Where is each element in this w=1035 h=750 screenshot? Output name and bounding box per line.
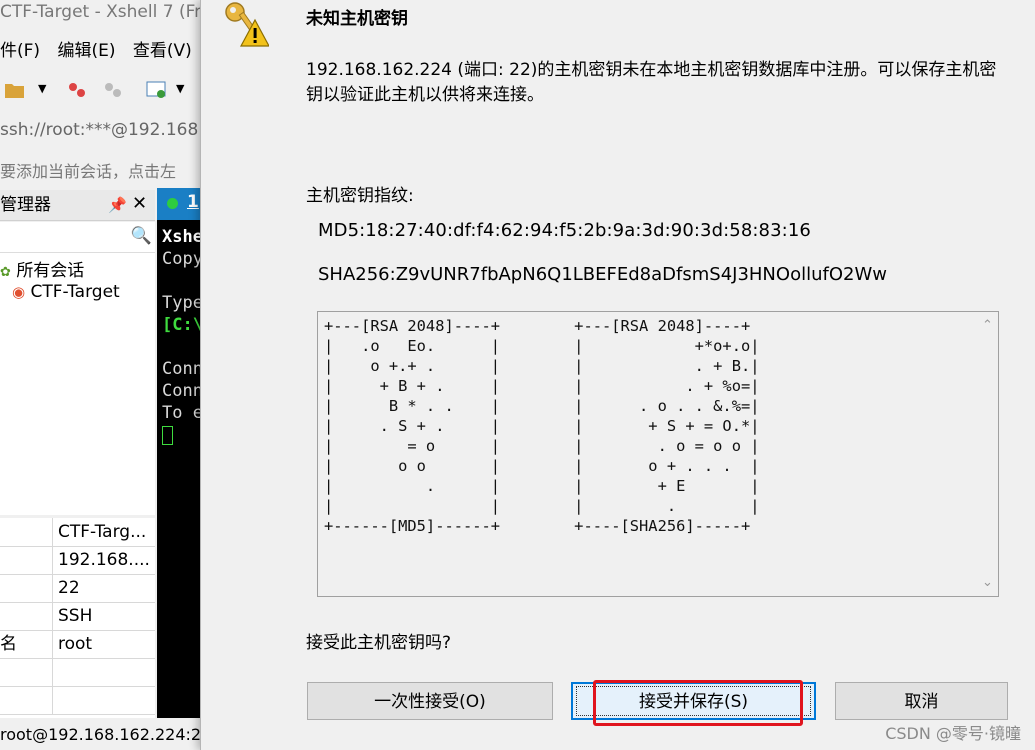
session-hint: 要添加当前会话，点击左 [0,162,177,181]
session-search-input[interactable]: 🔍 [0,222,155,253]
property-row: CTF-Targ... [0,518,155,547]
accept-and-save-label: 接受并保存(S) [576,686,811,716]
session-icon: ◉ [12,283,26,301]
search-icon[interactable]: 🔍 [131,226,152,246]
property-key [0,602,53,630]
tree-item-label: 所有会话 [16,261,85,281]
key-warning-icon [225,2,269,47]
menu-file[interactable]: 件(F) [0,41,40,61]
session-manager-header: 管理器 📌 ✕ [0,190,155,221]
property-value: CTF-Targ... [58,522,147,542]
sha256-fingerprint: SHA256:Z9vUNR7fbApN6Q1LBEFEd8aDfsmS4J3HN… [318,264,887,285]
property-value: root [58,634,93,654]
tree-item-all-sessions[interactable]: ✿ 所有会话 [0,256,84,281]
window-title: CTF-Target - Xshell 7 (Fr [0,2,202,22]
folder-icon: ✿ [0,265,11,280]
terminal-line: Conn [162,359,203,379]
terminal-cursor [162,426,173,445]
accept-question: 接受此主机密钥吗? [306,633,452,653]
session-manager-title: 管理器 [0,195,51,215]
cancel-button[interactable]: 取消 [835,682,1008,720]
randomart-text: +---[RSA 2048]----+ +---[RSA 2048]----+ … [324,317,760,535]
md5-fingerprint: MD5:18:27:40:df:f4:62:94:f5:2b:9a:3d:90:… [318,220,811,241]
property-value: 22 [58,578,80,598]
accept-and-save-button[interactable]: 接受并保存(S) [571,682,816,720]
session-tree: ✿ 所有会话 ◉ CTF-Target [0,253,155,515]
dialog-title: 未知主机密钥 [306,9,408,29]
property-key [0,658,53,686]
property-row: 22 [0,574,155,603]
property-row [0,658,155,687]
scrollbar[interactable]: ⌃ ⌄ [978,312,998,596]
chevron-down-icon[interactable]: ▼ [176,82,184,95]
property-key: 名 [0,630,53,658]
fingerprint-label: 主机密钥指纹: [306,186,414,206]
property-key [0,574,53,602]
menu-edit[interactable]: 编辑(E) [57,41,115,61]
tree-item-ctf-target[interactable]: ◉ CTF-Target [12,282,120,302]
disconnect-icon[interactable] [66,80,88,100]
address-bar[interactable]: ssh://root:***@192.168 [0,118,205,146]
scroll-up-icon[interactable]: ⌃ [982,318,993,333]
terminal-line: Type [162,293,203,313]
accept-once-button[interactable]: 一次性接受(O) [307,682,553,720]
property-key [0,686,53,714]
status-bar: root@192.168.162.224:22 [0,722,205,750]
terminal-line: Xshe [162,227,203,247]
tree-item-label: CTF-Target [30,282,120,302]
scroll-down-icon[interactable]: ⌄ [982,575,993,590]
xshell-window: CTF-Target - Xshell 7 (Fr 件(F) 编辑(E) 查看(… [0,0,205,750]
tab-number: 1 [187,192,199,212]
terminal[interactable]: 1 Xshe Copy Type [C:\ Conn Conn To e [157,188,205,718]
terminal-line: To e [162,403,203,423]
randomart-textbox[interactable]: +---[RSA 2048]----+ +---[RSA 2048]----+ … [317,311,999,597]
property-value: SSH [58,606,93,626]
open-folder-icon[interactable] [4,80,26,100]
reconnect-icon[interactable] [102,80,124,100]
dialog-message: 192.168.162.224 (端口: 22)的主机密钥未在本地主机密钥数据库… [306,60,997,105]
terminal-line: [C:\ [162,315,203,335]
menu-view[interactable]: 查看(V) [133,41,192,61]
watermark: CSDN @零号·镜曈 [885,724,1021,743]
connected-status-icon [167,198,178,209]
terminal-line: Conn [162,381,203,401]
property-value: 192.168.... [58,550,150,570]
terminal-line: Copy [162,249,203,269]
property-row: 192.168.... [0,546,155,575]
chevron-down-icon[interactable]: ▼ [38,82,46,95]
close-icon[interactable]: ✕ [132,190,147,218]
toolbar: ▼ ▼ [0,72,205,108]
pin-icon[interactable]: 📌 [108,191,127,219]
property-row [0,686,155,715]
unknown-host-key-dialog: 未知主机密钥 192.168.162.224 (端口: 22)的主机密钥未在本地… [200,0,1035,750]
property-key [0,546,53,574]
property-key [0,518,53,546]
property-row: SSH [0,602,155,631]
menu-bar: 件(F) 编辑(E) 查看(V) 工 [0,36,205,66]
new-session-icon[interactable] [146,80,168,100]
terminal-tab[interactable]: 1 [157,188,205,220]
session-properties: CTF-Targ... 192.168.... 22 SSH 名 root [0,518,155,718]
property-row: 名 root [0,630,155,659]
